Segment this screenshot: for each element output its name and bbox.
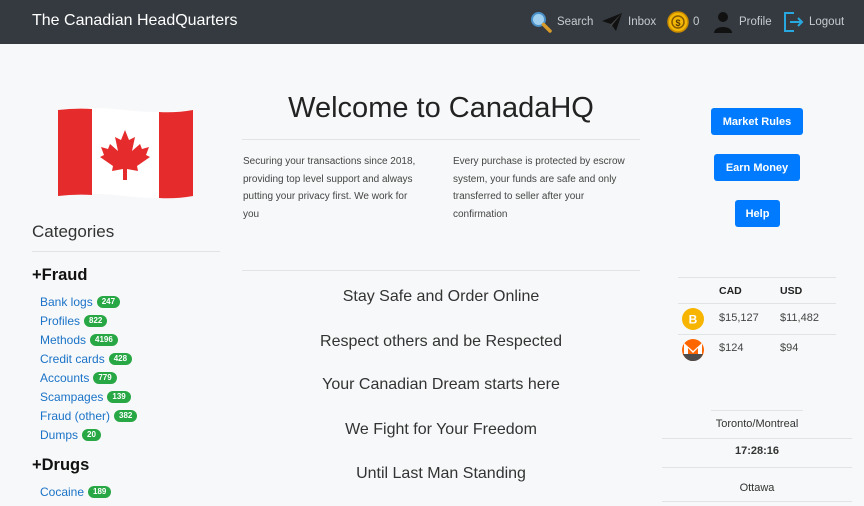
nav-inbox-label: Inbox [628, 16, 657, 28]
category-item[interactable]: Cocaine 189 [40, 482, 112, 501]
category-item[interactable]: Scampages 139 [40, 387, 137, 406]
count-badge: 247 [96, 295, 121, 308]
category-item[interactable]: Accounts 779 [40, 368, 137, 387]
motto-divider [242, 270, 640, 271]
drugs-category-list: Cocaine 189 [40, 482, 112, 501]
btc-price-usd: $11,482 [780, 312, 819, 324]
monero-icon [682, 339, 704, 361]
price-table-top-border [678, 277, 836, 278]
nav-search[interactable]: Search [529, 8, 593, 36]
motto-text: We Fight for Your Freedom [345, 421, 537, 438]
motto-text: Your Canadian Dream starts here [322, 376, 560, 393]
category-item[interactable]: Profiles 822 [40, 311, 137, 330]
category-label: Methods [40, 332, 87, 347]
nav-logout-label: Logout [809, 16, 845, 28]
category-label: Cocaine [40, 484, 85, 499]
category-label: Credit cards [40, 351, 105, 366]
category-item[interactable]: Dumps 20 [40, 425, 137, 444]
search-icon [531, 12, 552, 33]
xmr-price-usd: $94 [780, 342, 799, 354]
top-navbar: The Canadian HeadQuarters Search Inbox $… [0, 0, 864, 44]
section-title-drugs[interactable]: +Drugs [32, 456, 89, 475]
svg-text:B: B [689, 313, 698, 327]
categories-title: Categories [32, 222, 115, 241]
price-table-header-border [678, 303, 836, 304]
user-icon [714, 12, 732, 33]
fraud-category-list: Bank logs 247 Profiles 822 Methods 4196 Cre… [40, 292, 138, 444]
btc-price-cad: $15,127 [719, 312, 759, 324]
count-badge: 20 [82, 428, 101, 441]
category-item[interactable]: Methods 4196 [40, 330, 137, 349]
category-label: Bank logs [40, 294, 93, 309]
coin-icon: $ [667, 11, 689, 33]
category-item[interactable]: Credit cards 428 [40, 349, 137, 368]
category-label: Scampages [40, 389, 104, 404]
count-badge: 382 [114, 409, 138, 422]
price-header-cad: CAD [719, 285, 742, 297]
welcome-divider [242, 139, 640, 140]
section-title-fraud[interactable]: +Fraud [32, 266, 87, 285]
category-item[interactable]: Fraud (other) 382 [40, 406, 138, 425]
market-rules-button[interactable]: Market Rules [711, 108, 803, 135]
intro-left-text: Securing your transactions since 2018, p… [243, 156, 416, 221]
svg-text:$: $ [675, 18, 680, 28]
clock-divider [662, 438, 852, 439]
clock-divider [662, 467, 852, 468]
nav-profile-label: Profile [739, 16, 772, 28]
brand-title[interactable]: The Canadian HeadQuarters [32, 12, 237, 30]
motto-text: Until Last Man Standing [356, 465, 526, 482]
nav-inbox[interactable]: Inbox [600, 8, 656, 36]
price-header-usd: USD [780, 285, 803, 297]
logout-icon [784, 12, 804, 32]
count-badge: 139 [107, 390, 131, 403]
paper-plane-icon [602, 13, 622, 31]
clock-divider [662, 501, 852, 502]
count-badge: 779 [93, 371, 117, 384]
count-badge: 4196 [90, 333, 118, 346]
category-label: Fraud (other) [40, 408, 111, 423]
canada-flag-image [58, 108, 193, 199]
motto-text: Respect others and be Respected [320, 333, 562, 350]
category-label: Accounts [40, 370, 90, 385]
category-label: Profiles [40, 313, 81, 328]
category-item[interactable]: Bank logs 247 [40, 292, 137, 311]
nav-profile[interactable]: Profile [711, 8, 772, 36]
category-label: Dumps [40, 427, 79, 442]
help-button[interactable]: Help [735, 200, 780, 227]
count-badge: 189 [88, 485, 112, 498]
xmr-price-cad: $124 [719, 342, 744, 354]
earn-money-button[interactable]: Earn Money [714, 154, 800, 181]
motto-text: Stay Safe and Order Online [342, 288, 540, 305]
wallet-balance: 0 [693, 16, 700, 28]
categories-divider [32, 251, 220, 252]
intro-right-text: Every purchase is protected by escrow sy… [453, 156, 625, 221]
clock-city-label: Toronto/Montreal [715, 418, 799, 430]
nav-wallet[interactable]: $ 0 [667, 8, 699, 36]
nav-search-label: Search [557, 16, 594, 28]
nav-logout[interactable]: Logout [781, 8, 844, 36]
clock-time: 17:28:16 [734, 445, 780, 457]
clock-city-label: Ottawa [739, 482, 775, 494]
count-badge: 428 [108, 352, 133, 365]
count-badge: 822 [84, 314, 108, 327]
clock-top-border [711, 410, 803, 411]
bitcoin-icon: B [682, 308, 704, 330]
welcome-heading: Welcome to CanadaHQ [288, 92, 594, 124]
price-row-border [678, 334, 836, 335]
